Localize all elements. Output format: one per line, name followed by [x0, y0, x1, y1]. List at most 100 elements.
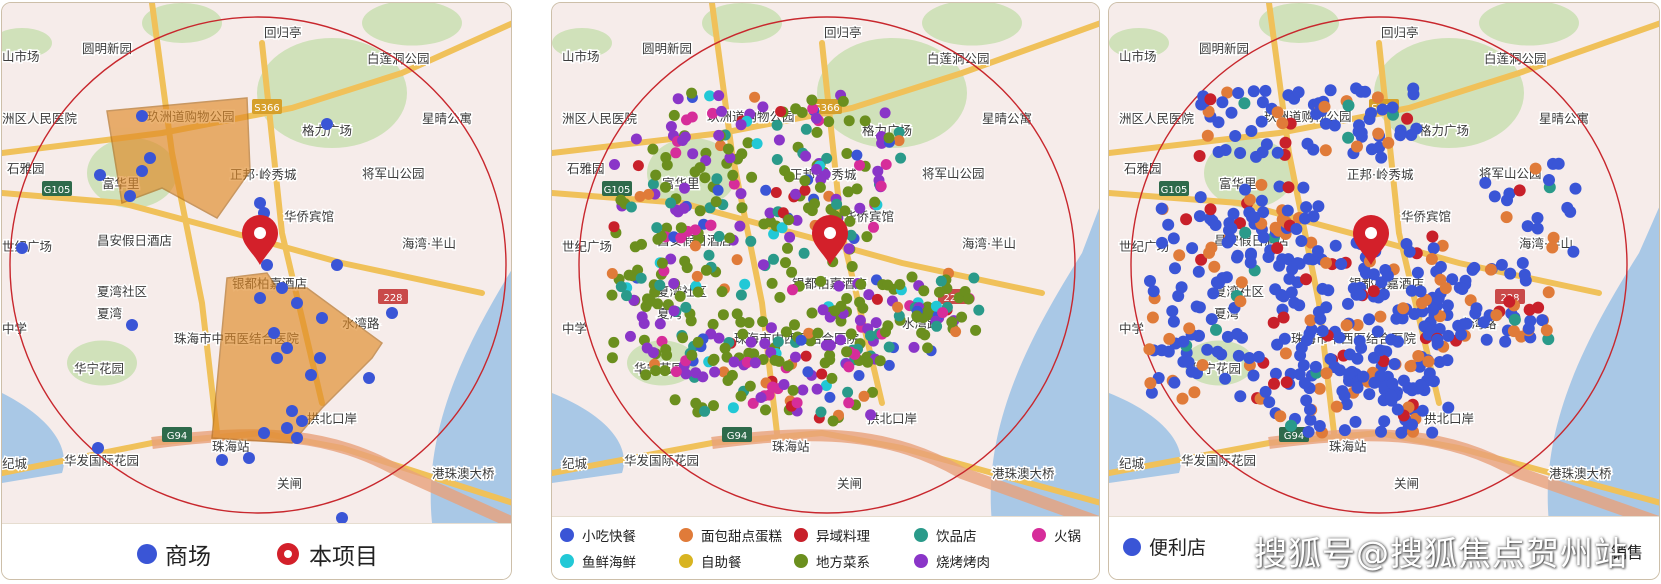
poi-marker-local [707, 355, 719, 366]
poi-marker-bakery [1235, 276, 1248, 289]
drinks-dot-icon [914, 528, 928, 542]
map-label: 回归亭 [824, 25, 862, 40]
poi-marker-convenience [1300, 334, 1313, 347]
poi-marker-bbq [835, 334, 847, 346]
poi-marker-local [722, 143, 734, 155]
map-label: 华发国际花园 [624, 453, 699, 468]
poi-marker-convenience [1229, 130, 1242, 142]
poi-marker-convenience [1216, 272, 1229, 285]
poi-marker-drinks [1508, 313, 1521, 326]
poi-marker-convenience [1442, 401, 1455, 414]
poi-marker-drinks [745, 235, 757, 247]
poi-marker-convenience [1567, 245, 1580, 258]
mall-marker [321, 118, 333, 130]
poi-marker-convenience [1374, 344, 1387, 357]
poi-marker-convenience [1302, 425, 1315, 438]
poi-marker-local [787, 384, 799, 396]
mall-marker [386, 307, 398, 319]
poi-marker-local [727, 169, 739, 181]
poi-marker-bbq [735, 119, 747, 131]
poi-marker-bbq [668, 305, 680, 317]
poi-marker-convenience [1351, 352, 1364, 365]
poi-marker-bakery [1439, 282, 1452, 295]
road-shield-label: G94 [167, 431, 187, 442]
map-canvas[interactable]: 山市场圆明新园回归亭白莲洞公园洲区人民医院玖洲道购物公园格力广场星晴公寓正邦·岭… [1109, 3, 1660, 580]
poi-marker-local [652, 233, 664, 245]
poi-marker-convenience [1468, 261, 1481, 274]
poi-marker-local [724, 232, 736, 244]
poi-marker-bakery [1542, 286, 1555, 299]
map-label: 中学 [2, 321, 27, 336]
map-label: 洲区人民医院 [2, 111, 78, 126]
poi-marker-local [645, 295, 657, 307]
mall-marker [271, 352, 283, 364]
mall-marker [92, 442, 104, 454]
mall-marker [124, 190, 136, 202]
mall-marker [94, 169, 106, 181]
poi-marker-convenience [1244, 256, 1257, 269]
poi-marker-local [690, 397, 702, 409]
poi-marker-bakery [691, 270, 703, 282]
poi-marker-convenience [1427, 375, 1440, 388]
poi-marker-local [883, 132, 895, 144]
poi-marker-convenience [1427, 242, 1440, 255]
poi-marker-bbq [843, 243, 855, 255]
poi-marker-convenience [1298, 377, 1311, 390]
poi-marker-local [640, 369, 652, 381]
poi-marker-convenience [1516, 257, 1529, 269]
poi-marker-local [803, 202, 814, 214]
poi-marker-bbq [854, 314, 866, 326]
poi-marker-bbq [672, 93, 684, 105]
poi-marker-convenience [1177, 335, 1190, 348]
poi-marker-local [861, 231, 873, 243]
poi-marker-convenience [1283, 272, 1296, 285]
poi-marker-local [692, 336, 704, 348]
map-label: 港珠澳大桥 [992, 466, 1055, 481]
poi-marker-convenience [1342, 297, 1354, 310]
poi-marker-bakery [1176, 392, 1189, 405]
poi-marker-local [735, 390, 747, 402]
map-canvas[interactable]: 山市场圆明新园回归亭白莲洞公园洲区人民医院玖洲道购物公园格力广场星晴公寓正邦·岭… [2, 3, 512, 580]
poi-marker-drinks [735, 289, 747, 301]
poi-marker-convenience [1352, 125, 1365, 138]
poi-marker-convenience [1167, 232, 1180, 245]
poi-marker-bakery [1415, 297, 1428, 310]
poi-marker-drinks [1239, 226, 1252, 239]
poi-marker-bbq [800, 150, 812, 162]
poi-marker-snack [824, 391, 836, 403]
poi-marker-local [710, 196, 722, 208]
poi-marker-bakery [1320, 367, 1333, 380]
project-pin-hole [254, 227, 266, 239]
legend-item-drinks: 饮品店 [914, 525, 977, 545]
road-shield-label: G94 [727, 431, 747, 442]
legend-label: 商场 [165, 544, 211, 570]
poi-marker-bakery [1484, 263, 1497, 276]
poi-marker-bakery [1144, 377, 1157, 390]
map-legend: 小吃快餐 面包甜点蛋糕 异域料理 饮品店 火锅 鱼鲜海鲜 自助餐 地方菜系 烧烤… [552, 516, 1099, 579]
poi-marker-local [686, 87, 698, 99]
poi-marker-drinks [711, 173, 723, 185]
poi-marker-bakery [893, 135, 905, 147]
poi-marker-bakery [1340, 319, 1353, 332]
poi-marker-convenience [1285, 286, 1298, 299]
poi-marker-drinks [713, 230, 725, 242]
poi-marker-convenience [1300, 201, 1313, 214]
mall-marker [281, 342, 293, 354]
snack-dot-icon [560, 528, 574, 542]
poi-marker-convenience [1403, 245, 1416, 258]
map-canvas[interactable]: 山市场圆明新园回归亭白莲洞公园洲区人民医院玖洲道购物公园格力广场星晴公寓正邦·岭… [552, 3, 1100, 580]
poi-marker-foreign [871, 293, 883, 305]
poi-marker-bakery [1382, 136, 1395, 149]
poi-marker-convenience [1531, 212, 1544, 224]
poi-marker-bakery [606, 268, 618, 279]
poi-marker-convenience [1569, 182, 1582, 195]
legend-item-bakery: 面包甜点蛋糕 [679, 525, 782, 545]
poi-marker-convenience [1212, 146, 1225, 158]
legend-label: 烧烤烤肉 [936, 555, 990, 571]
poi-marker-local [694, 162, 706, 174]
watermark: 搜狐号@搜狐焦点贺州站 [1254, 534, 1628, 573]
project-pin-hole [824, 227, 836, 239]
poi-marker-foreign [1503, 295, 1516, 308]
poi-marker-convenience [1225, 106, 1238, 119]
poi-marker-bakery [1183, 322, 1196, 335]
